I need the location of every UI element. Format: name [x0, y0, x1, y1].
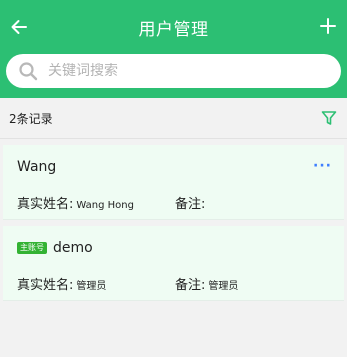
note-label: 备注:: [175, 197, 206, 212]
record-count: 2条记录: [9, 111, 53, 126]
more-icon[interactable]: ···: [313, 158, 332, 174]
real-name-field: 真实姓名: Wang Hong: [17, 193, 175, 212]
real-name-field: 真实姓名: 管理员: [17, 274, 175, 293]
search-bar[interactable]: [6, 54, 341, 88]
real-name-label: 真实姓名:: [17, 278, 74, 293]
page-title: 用户管理: [138, 19, 209, 40]
main-account-badge: 主账号: [17, 242, 47, 254]
user-name: Wang: [17, 159, 57, 175]
filter-icon[interactable]: [321, 110, 337, 126]
plus-icon[interactable]: [319, 17, 337, 35]
user-fields: 真实姓名: Wang Hong 备注:: [17, 193, 337, 212]
note-field: 备注: 管理员: [175, 274, 238, 293]
user-card[interactable]: 主账号 demo 真实姓名: 管理员 备注: 管理员: [3, 226, 344, 301]
summary-bar: 2条记录: [0, 98, 347, 139]
search-input[interactable]: [48, 63, 288, 79]
app-header: 用户管理: [0, 0, 347, 98]
user-name-row: 主账号 demo: [17, 240, 93, 256]
real-name-value: Wang Hong: [76, 200, 134, 211]
user-name: demo: [53, 240, 93, 256]
note-field: 备注:: [175, 193, 208, 212]
nav-bar: 用户管理: [0, 0, 347, 54]
arrow-left-icon[interactable]: [10, 18, 28, 36]
user-name-row: Wang: [17, 159, 56, 175]
user-fields: 真实姓名: 管理员 备注: 管理员: [17, 274, 337, 293]
note-label: 备注:: [175, 278, 206, 293]
real-name-value: 管理员: [76, 281, 107, 292]
user-card[interactable]: Wang ··· 真实姓名: Wang Hong 备注:: [3, 145, 344, 220]
user-list: Wang ··· 真实姓名: Wang Hong 备注: 主账号 demo 真实…: [0, 139, 347, 301]
search-icon: [18, 61, 38, 81]
note-value: 管理员: [208, 281, 239, 292]
real-name-label: 真实姓名:: [17, 197, 74, 212]
